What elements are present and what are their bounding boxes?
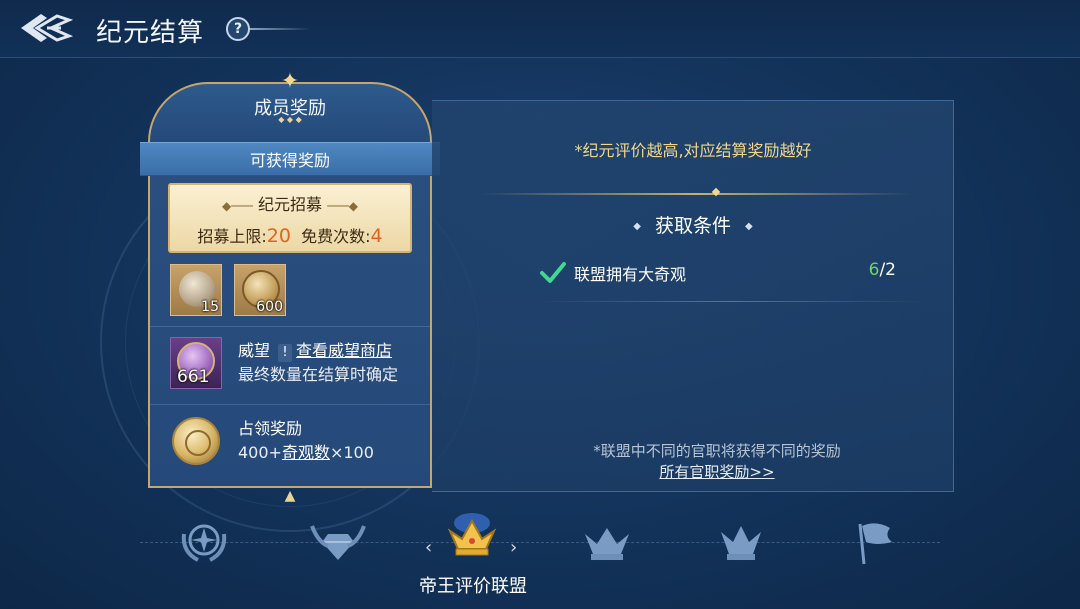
tier-tab-silver-crown[interactable]	[577, 512, 637, 572]
condition-title: ◆ 获取条件 ◆	[432, 211, 954, 238]
silver-crown-icon	[585, 528, 629, 560]
tier-tab-blue-crown[interactable]	[711, 512, 771, 572]
recruit-limit-value: 20	[266, 225, 291, 247]
prestige-medal-icon[interactable]: 661	[170, 337, 222, 389]
card-body: ◆─── 纪元招募 ───◆ 招募上限:20 免费次数:4 15 600 661…	[148, 176, 432, 488]
prestige-title: 威望	[238, 341, 271, 360]
check-icon	[540, 262, 566, 283]
recruit-box: ◆─── 纪元招募 ───◆ 招募上限:20 免费次数:4	[168, 183, 412, 253]
card-bottom-ornament: ▲	[284, 488, 296, 504]
prestige-note: 最终数量在结算时确定	[238, 365, 399, 384]
formula-suffix: ×100	[329, 443, 374, 462]
prestige-reward-row: 661 威望! 查看威望商店 最终数量在结算时确定	[150, 326, 430, 398]
tier-prev-arrow-icon[interactable]: ‹	[425, 537, 432, 558]
blue-crown-icon	[721, 526, 761, 560]
back-button[interactable]	[14, 8, 76, 48]
title-ornament: ◆ ◆ ◆	[278, 115, 302, 124]
wonder-count-link[interactable]: 奇观数	[282, 443, 330, 462]
office-note: *联盟中不同的官职将获得不同的奖励	[593, 442, 841, 460]
gold-coin-icon[interactable]: 600	[234, 264, 286, 316]
member-reward-card: ✦ 成员奖励 ◆ ◆ ◆ 可获得奖励 ◆─── 纪元招募 ───◆ 招募上限:2…	[140, 70, 440, 504]
prestige-title-line: 威望! 查看威望商店	[238, 337, 392, 362]
condition-panel: *纪元评价越高,对应结算奖励越好 ◆ 获取条件 ◆ 联盟拥有大奇观 6/2 *联盟中…	[432, 100, 954, 492]
statue-bust-icon[interactable]: 15	[170, 264, 222, 316]
prestige-qty: 661	[177, 367, 210, 387]
resource-icon-row: 15 600	[170, 264, 286, 316]
back-arrow-icon	[21, 14, 73, 42]
office-rewards-link[interactable]: 所有官职奖励>>	[572, 461, 862, 482]
condition-row: 联盟拥有大奇观 6/2	[536, 260, 896, 289]
panel-divider	[482, 193, 912, 195]
flag-icon	[858, 523, 892, 565]
condition-total: /2	[879, 260, 896, 280]
condition-underline	[536, 301, 926, 302]
formula-prefix: 400+	[238, 443, 282, 462]
gold-crown-icon	[447, 513, 497, 556]
header-divider	[250, 28, 310, 30]
occupy-coin-icon[interactable]	[170, 415, 222, 467]
tier-tab-laurel[interactable]	[174, 512, 234, 572]
tier-track	[140, 542, 940, 543]
eval-note: *纪元评价越高,对应结算奖励越好	[574, 141, 812, 160]
occupy-title: 占领奖励	[238, 419, 303, 438]
obtainable-ribbon: 可获得奖励	[140, 142, 440, 176]
free-count-label: 免费次数:	[301, 227, 371, 246]
prestige-icon-bg: 661	[170, 337, 222, 389]
winged-diamond-icon	[310, 525, 366, 560]
resource-qty: 600	[256, 299, 283, 315]
free-count-value: 4	[370, 225, 383, 247]
help-button[interactable]: ?	[226, 17, 250, 41]
condition-current: 6	[868, 260, 880, 280]
recruit-title: ◆─── 纪元招募 ───◆	[170, 191, 410, 215]
occupy-reward-row: 占领奖励 400+奇观数×100	[150, 404, 430, 476]
selected-tier-label: 帝王评价联盟	[419, 576, 527, 597]
tier-tab-emperor[interactable]	[442, 505, 502, 565]
laurel-emblem-icon	[181, 524, 227, 562]
condition-title-text: 获取条件	[654, 215, 731, 237]
condition-progress: 6/2	[869, 260, 896, 280]
diamond-left-icon: ◆	[633, 221, 641, 232]
prestige-shop-link[interactable]: 查看威望商店	[296, 341, 392, 360]
tier-tab-wings[interactable]	[308, 512, 368, 572]
tier-tab-flag[interactable]	[846, 512, 906, 572]
condition-label: 联盟拥有大奇观	[574, 265, 687, 284]
recruit-stats: 招募上限:20 免费次数:4	[170, 223, 410, 247]
exclamation-icon: !	[278, 344, 293, 362]
recruit-limit-label: 招募上限:	[197, 227, 267, 246]
occupy-formula: 400+奇观数×100	[238, 439, 374, 463]
resource-qty: 15	[201, 299, 219, 315]
star-ornament-icon: ✦	[280, 69, 300, 94]
recruit-title-text: 纪元招募	[257, 195, 322, 214]
diamond-right-icon: ◆	[745, 221, 753, 232]
header-bar: 纪元结算 ?	[0, 0, 1080, 58]
tier-next-arrow-icon[interactable]: ›	[510, 537, 517, 558]
ornament-left-icon: ◆───	[221, 199, 253, 213]
ornament-right-icon: ───◆	[327, 199, 358, 213]
occupy-coin-glyph	[172, 417, 220, 465]
page-title: 纪元结算	[96, 18, 205, 48]
